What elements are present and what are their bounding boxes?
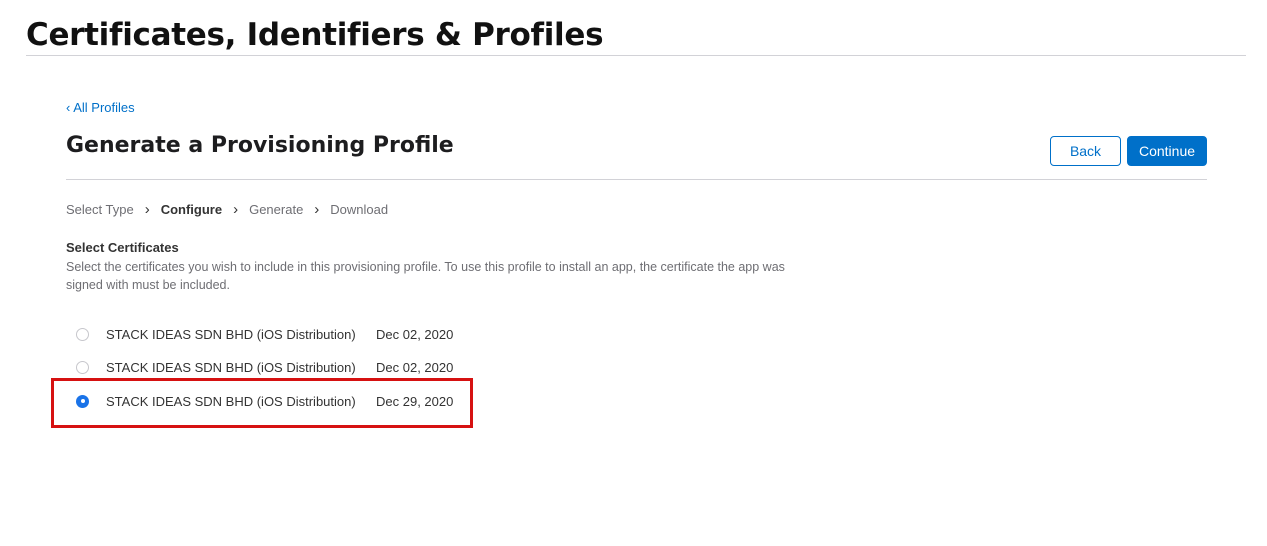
certificate-date: Dec 02, 2020: [376, 326, 454, 342]
all-profiles-link[interactable]: ‹ All Profiles: [66, 100, 135, 115]
chevron-right-icon: ›: [233, 201, 239, 218]
back-button[interactable]: Back: [1050, 136, 1121, 166]
certificate-name: STACK IDEAS SDN BHD (iOS Distribution): [106, 326, 356, 342]
certificate-option[interactable]: STACK IDEAS SDN BHD (iOS Distribution) D…: [66, 356, 486, 378]
section-title: Select Certificates: [66, 240, 179, 255]
step-select-type: Select Type: [66, 202, 134, 217]
section-description: Select the certificates you wish to incl…: [66, 260, 785, 292]
step-breadcrumb: Select Type › Configure › Generate › Dow…: [66, 202, 388, 217]
step-download: Download: [330, 202, 389, 217]
radio-button[interactable]: [76, 360, 89, 374]
heading-divider: [66, 179, 1207, 180]
certificate-name: STACK IDEAS SDN BHD (iOS Distribution): [106, 359, 356, 375]
certificate-option-selected[interactable]: STACK IDEAS SDN BHD (iOS Distribution) D…: [66, 390, 486, 412]
chevron-right-icon: ›: [144, 201, 150, 218]
step-configure: Configure: [160, 202, 223, 217]
continue-button[interactable]: Continue: [1127, 136, 1207, 166]
certificate-date: Dec 02, 2020: [376, 359, 454, 375]
chevron-right-icon: ›: [314, 201, 320, 218]
site-title: Certificates, Identifiers & Profiles: [26, 17, 604, 53]
certificate-name: STACK IDEAS SDN BHD (iOS Distribution): [106, 393, 356, 409]
radio-button[interactable]: [76, 327, 89, 341]
certificate-option[interactable]: STACK IDEAS SDN BHD (iOS Distribution) D…: [66, 323, 486, 345]
radio-button-selected[interactable]: [76, 394, 89, 408]
certificate-date: Dec 29, 2020: [376, 393, 454, 409]
certificate-list: STACK IDEAS SDN BHD (iOS Distribution) D…: [66, 323, 486, 412]
step-generate: Generate: [249, 202, 304, 217]
site-header: Certificates, Identifiers & Profiles: [26, 14, 1246, 56]
page-title: Generate a Provisioning Profile: [66, 133, 454, 158]
